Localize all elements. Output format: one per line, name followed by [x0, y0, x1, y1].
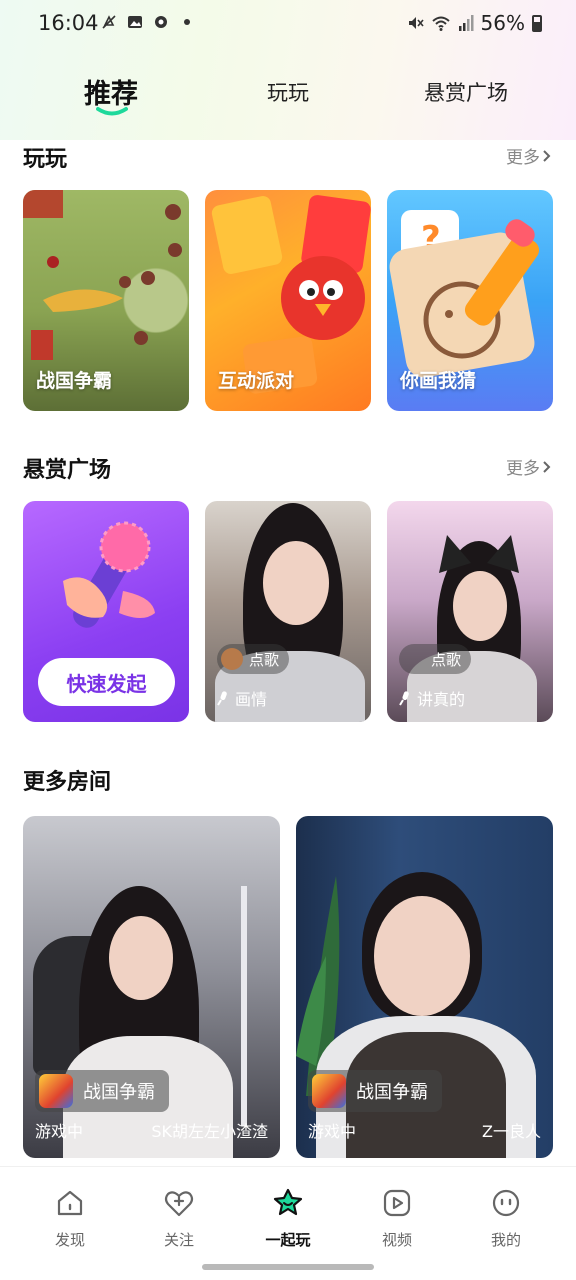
room-card[interactable]: 战国争霸 游戏中 SK胡左左小渣渣: [23, 816, 280, 1158]
cat-ears-icon: [439, 535, 519, 573]
more-link-play[interactable]: 更多: [506, 143, 552, 168]
home-icon: [57, 1190, 83, 1216]
section-title-rooms: 更多房间: [23, 770, 112, 795]
tab-play[interactable]: 玩玩: [267, 77, 309, 107]
chevron-right-icon: [543, 460, 551, 473]
face-icon: [492, 1189, 520, 1217]
more-label: 更多: [506, 148, 540, 168]
top-tabs: 推荐 玩玩 悬赏广场: [0, 68, 576, 116]
room-game-tag: 战国争霸: [308, 1070, 442, 1112]
person-face: [263, 541, 329, 625]
game-icon: [39, 1074, 73, 1108]
person-face: [109, 916, 173, 1000]
topic-label: 讲真的: [399, 686, 465, 710]
room-game-tag: 战国争霸: [35, 1070, 169, 1112]
room-card[interactable]: 战国争霸 游戏中 Z一良人: [296, 816, 553, 1158]
nav-label: 关注: [163, 1231, 194, 1249]
tag-label: 点歌: [249, 650, 280, 669]
game-card-draw-guess[interactable]: ? 你画我猜: [387, 190, 553, 411]
mute-icon: [408, 17, 424, 29]
room-game-label: 战国争霸: [83, 1082, 155, 1103]
status-notification-icons: [100, 13, 196, 31]
nav-item-discover[interactable]: 发现: [30, 1187, 110, 1250]
room-status: 游戏中: [35, 1122, 84, 1141]
tab-bounty-plaza[interactable]: 悬赏广场: [424, 77, 508, 107]
room-status: 游戏中: [308, 1122, 357, 1141]
game-card-warring-states[interactable]: 战国争霸: [23, 190, 189, 411]
avatar: [221, 648, 243, 670]
chevron-right-icon: [543, 149, 551, 162]
topic-text: 画情: [235, 690, 268, 709]
room-game-label: 战国争霸: [356, 1082, 428, 1103]
nav-item-following[interactable]: 关注: [139, 1187, 219, 1250]
muted-notification-icon: [100, 13, 118, 31]
gallery-icon: [126, 13, 144, 31]
section-title-bounty: 悬赏广场: [23, 458, 112, 483]
play-icon: [383, 1189, 411, 1217]
microphone-small-icon: [399, 691, 409, 706]
status-system-icons: 56%: [406, 11, 542, 35]
status-time: 16:04: [38, 11, 99, 35]
home-indicator[interactable]: [202, 1264, 374, 1270]
microphone-icon: [63, 521, 155, 628]
game-label: 互动派对: [218, 370, 295, 392]
tab-active-indicator: [96, 107, 128, 116]
lamp: [241, 886, 247, 1126]
microphone-small-icon: [217, 691, 227, 706]
room-host-name: SK胡左左小渣渣: [151, 1122, 268, 1141]
game-icon: [312, 1074, 346, 1108]
quick-start-card[interactable]: 快速发起: [23, 501, 189, 722]
nav-label: 视频: [381, 1231, 412, 1249]
bounty-card[interactable]: 点歌 讲真的: [387, 501, 553, 722]
bottom-navigation: 发现 关注 一起玩 视频 我的: [0, 1166, 576, 1258]
status-bar: 16:04 56%: [0, 0, 576, 46]
nav-label: 发现: [54, 1231, 85, 1249]
quick-start-button[interactable]: 快速发起: [38, 658, 175, 706]
tag-label: 点歌: [431, 650, 462, 669]
avatar: [403, 648, 425, 670]
song-request-tag: 点歌: [399, 644, 472, 674]
song-request-tag: 点歌: [217, 644, 290, 674]
game-label: 战国争霸: [36, 370, 113, 392]
dot-icon: [178, 13, 196, 31]
more-label: 更多: [506, 459, 540, 479]
section-title-play: 玩玩: [23, 147, 68, 172]
room-host-name: Z一良人: [482, 1122, 541, 1141]
nav-label: 一起玩: [265, 1231, 311, 1249]
topic-text: 讲真的: [417, 690, 466, 709]
more-link-bounty[interactable]: 更多: [506, 454, 552, 479]
game-card-party[interactable]: 互动派对: [205, 190, 371, 411]
nav-label: 我的: [490, 1231, 521, 1249]
game-label: 你画我猜: [400, 370, 477, 392]
nav-item-play-together[interactable]: 一起玩: [248, 1187, 328, 1250]
nav-item-video[interactable]: 视频: [357, 1187, 437, 1250]
battery-icon: [532, 14, 542, 32]
signal-icon: [458, 15, 474, 31]
bounty-card[interactable]: 点歌 画情: [205, 501, 371, 722]
person-face: [374, 896, 470, 1016]
topic-label: 画情: [217, 686, 267, 710]
settings-icon: [152, 13, 170, 31]
heart-plus-icon: [164, 1191, 194, 1217]
nav-item-me[interactable]: 我的: [466, 1187, 546, 1250]
wifi-icon: [431, 16, 450, 31]
battery-percent: 56%: [480, 11, 525, 35]
person-face: [453, 571, 507, 641]
star-icon: [273, 1188, 303, 1216]
